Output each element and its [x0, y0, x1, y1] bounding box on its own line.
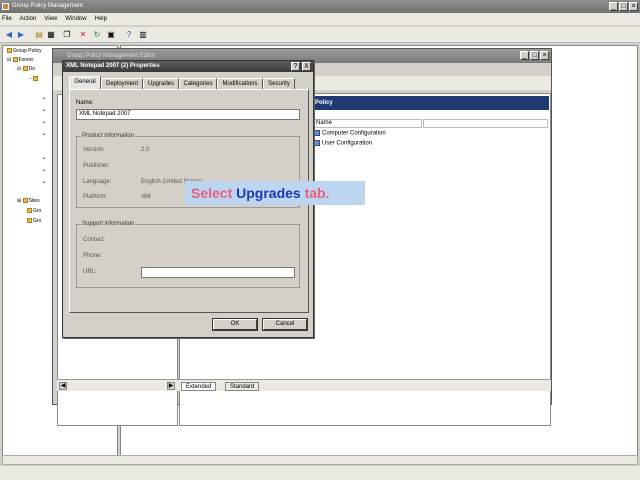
domain-icon — [33, 76, 39, 82]
name-column-header[interactable]: Name — [312, 119, 422, 128]
callout-word-tab: tab. — [304, 185, 330, 201]
url-field[interactable] — [141, 267, 295, 278]
gp-editor-close-button[interactable]: × — [540, 51, 549, 60]
dialog-title-bar: XML Notepad 2007 (2) Properties — [63, 61, 313, 72]
user-icon — [314, 140, 320, 146]
menu-file[interactable]: File — [2, 16, 12, 22]
tree-item[interactable]: ⊟ Forest: — [7, 57, 34, 63]
platform-label: Platform: — [83, 194, 108, 200]
list-item-user-configuration[interactable]: User Configuration — [314, 140, 372, 147]
app-title: Group Policy Management — [12, 3, 84, 9]
platform-value: x86 — [141, 194, 151, 200]
tree-item[interactable]: − — [29, 76, 39, 82]
tree-item[interactable]: Group Policy — [7, 48, 42, 54]
show-hide-tree-icon[interactable]: ▦ — [46, 30, 56, 40]
url-label: URL: — [83, 269, 97, 275]
gp-editor-minimize-button[interactable]: _ — [520, 51, 529, 60]
scroll-left-button[interactable]: ◀ — [59, 382, 67, 390]
tree-bullet: • — [43, 180, 45, 186]
dialog-close-button[interactable]: X — [302, 62, 311, 71]
cancel-button[interactable]: Cancel — [262, 318, 308, 331]
column-header[interactable] — [423, 119, 548, 128]
list-item-computer-configuration[interactable]: Computer Configuration — [314, 130, 386, 137]
tree-bullet: • — [43, 96, 45, 102]
gp-editor-window-controls: _ □ × — [520, 51, 549, 60]
menu-view[interactable]: View — [44, 16, 57, 22]
tab-security[interactable]: Security — [263, 78, 295, 89]
language-label: Language: — [83, 179, 112, 185]
close-button[interactable]: × — [629, 2, 638, 11]
callout-word-select: Select — [191, 185, 233, 201]
tab-upgrades[interactable]: Upgrades — [143, 78, 179, 89]
scroll-right-button[interactable]: ▶ — [167, 382, 175, 390]
dialog-help-button[interactable]: ? — [291, 62, 300, 71]
callout-word-upgrades: Upgrades — [236, 185, 301, 201]
product-info-label: Product information — [81, 133, 136, 140]
export-icon[interactable]: ▣ — [106, 30, 116, 40]
version-value: 2.0 — [141, 147, 150, 153]
tree-bullet: • — [43, 108, 45, 114]
name-field[interactable]: XML Notepad 2007 — [76, 109, 300, 120]
tab-deployment[interactable]: Deployment — [101, 78, 143, 89]
dialog-title: XML Notepad 2007 (2) Properties — [66, 63, 160, 69]
contact-label: Contact: — [83, 237, 106, 243]
name-label: Name: — [76, 100, 94, 106]
properties-icon[interactable]: ▥ — [138, 30, 148, 40]
tab-extended[interactable]: Extended — [181, 382, 217, 391]
tree-item[interactable]: ⊟ Do — [17, 66, 35, 72]
copy-icon[interactable]: ❐ — [62, 30, 72, 40]
help-icon[interactable]: ? — [124, 30, 134, 40]
gp-results-icon — [27, 218, 32, 224]
horizontal-scrollbar[interactable] — [2, 455, 638, 465]
menu-window[interactable]: Window — [65, 16, 86, 22]
instruction-callout: Select Upgrades tab. — [185, 181, 365, 205]
publisher-label: Publisher: — [83, 163, 110, 169]
tab-categories[interactable]: Categories — [179, 78, 217, 89]
app-icon — [2, 3, 9, 10]
menu-help[interactable]: Help — [95, 16, 107, 22]
gp-editor-bottom-bar: ◀ ▶ Extended Standard — [57, 379, 551, 391]
support-info-group: Support information Contact: Phone: URL: — [76, 221, 300, 288]
tree-item[interactable]: ⊞ Sites — [17, 198, 40, 204]
tree-bullet: • — [43, 120, 45, 126]
menu-bar: File Action View Window Help — [0, 13, 640, 25]
folder-up-icon[interactable]: ▤ — [34, 30, 44, 40]
version-label: Version: — [83, 147, 105, 153]
tree-item[interactable]: Gro — [27, 208, 41, 214]
sites-icon — [22, 198, 28, 204]
ok-button[interactable]: OK — [212, 318, 258, 331]
phone-label: Phone: — [83, 253, 103, 259]
gp-modeling-icon — [27, 208, 32, 214]
delete-icon[interactable]: ✕ — [78, 30, 88, 40]
tree-bullet: • — [43, 156, 45, 162]
toolbar: ◀ ▶ ▤ ▦ ❐ ✕ ↻ ▣ ? ▥ — [0, 27, 640, 43]
tab-general[interactable]: General — [69, 76, 101, 89]
policy-header: Policy — [312, 96, 549, 110]
status-bar — [0, 466, 640, 480]
computer-icon — [314, 130, 320, 136]
minimize-button[interactable]: _ — [609, 2, 618, 11]
maximize-button[interactable]: □ — [619, 2, 628, 11]
tree-bullet: • — [43, 168, 45, 174]
window-controls: _ □ × — [609, 2, 638, 11]
back-icon[interactable]: ◀ — [4, 30, 14, 40]
menu-action[interactable]: Action — [20, 16, 37, 22]
gp-editor-maximize-button[interactable]: □ — [530, 51, 539, 60]
tab-standard[interactable]: Standard — [225, 382, 260, 391]
domain-icon — [22, 66, 28, 72]
forward-icon[interactable]: ▶ — [16, 30, 26, 40]
refresh-icon[interactable]: ↻ — [92, 30, 102, 40]
app-title-bar: Group Policy Management — [0, 0, 640, 13]
tab-modifications[interactable]: Modifications — [217, 78, 263, 89]
forest-icon — [12, 57, 18, 63]
support-info-label: Support information — [81, 221, 136, 228]
folder-icon — [7, 48, 12, 54]
tree-item[interactable]: Gro — [27, 218, 41, 224]
gp-editor-title: Group Policy Management Editor — [67, 53, 156, 59]
tree-bullet: • — [43, 132, 45, 138]
